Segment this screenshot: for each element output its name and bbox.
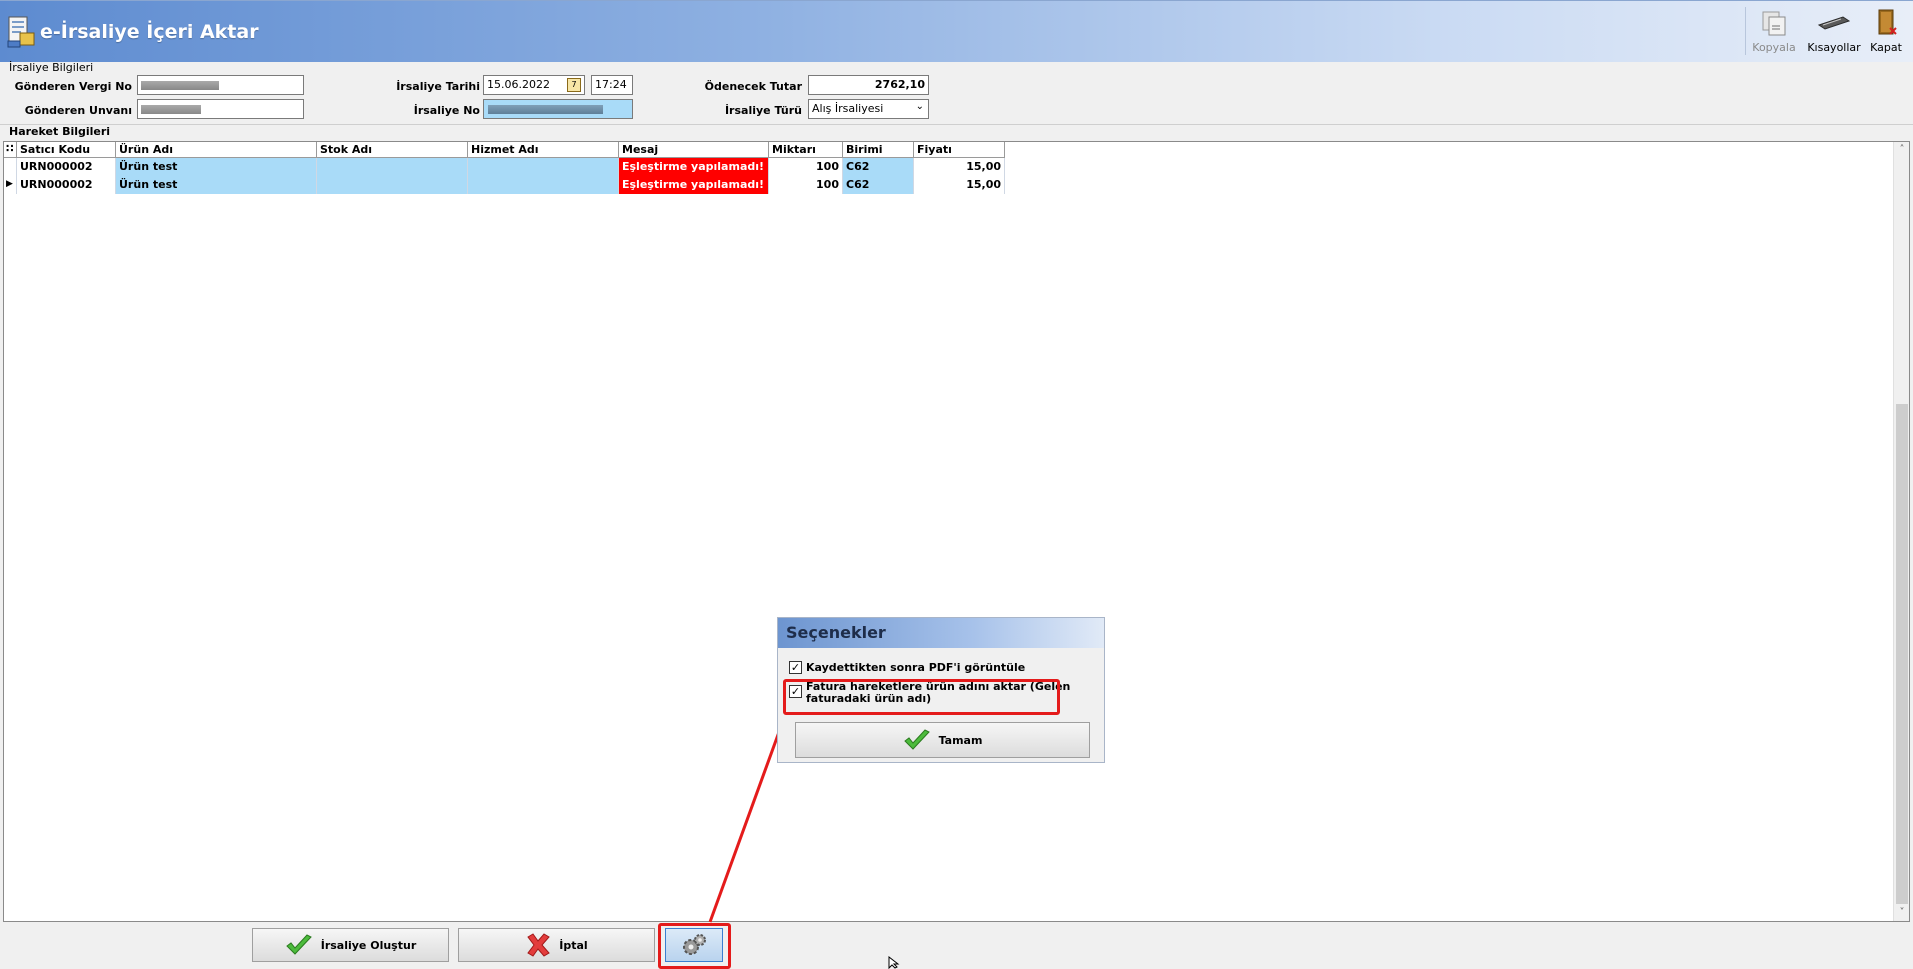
- sender-title-label: Gönderen Unvanı: [24, 104, 132, 117]
- irsaliye-date-field[interactable]: 15.06.2022 7: [483, 75, 585, 95]
- cancel-label: İptal: [559, 938, 588, 952]
- stock-name-cell[interactable]: [317, 176, 468, 194]
- keyboard-icon: [1817, 16, 1851, 30]
- redacted-value: [488, 105, 603, 114]
- create-irsaliye-button[interactable]: İrsaliye Oluştur: [252, 928, 449, 962]
- vertical-scrollbar[interactable]: ˄ ˅: [1893, 142, 1909, 921]
- movements-section-label: Hareket Bilgileri: [9, 125, 111, 138]
- copy-button-label: Kopyala: [1752, 41, 1796, 54]
- amount-due-label: Ödenecek Tutar: [704, 80, 802, 93]
- row-indicator-header: ∷: [4, 142, 17, 158]
- shortcuts-button-label: Kısayollar: [1807, 41, 1861, 54]
- column-header[interactable]: Hizmet Adı: [468, 142, 619, 158]
- sender-tax-no-field[interactable]: [137, 75, 304, 95]
- mouse-cursor-icon: [888, 956, 900, 969]
- service-name-cell[interactable]: [468, 176, 619, 194]
- irsaliye-type-label: İrsaliye Türü: [724, 104, 802, 117]
- window-title: e-İrsaliye İçeri Aktar: [40, 21, 259, 43]
- redacted-value: [141, 81, 219, 90]
- chevron-down-icon: ⌄: [915, 101, 924, 112]
- product-name-cell[interactable]: Ürün test: [116, 158, 317, 176]
- sender-title-field[interactable]: [137, 99, 304, 119]
- scroll-down-icon[interactable]: ˅: [1894, 905, 1910, 921]
- grid-header: ∷ Satıcı Kodu Ürün Adı Stok Adı Hizmet A…: [4, 142, 1005, 158]
- table-row[interactable]: URN000002 Ürün test Eşleştirme yapılamad…: [4, 158, 1005, 176]
- unit-cell[interactable]: C62: [843, 158, 914, 176]
- column-header[interactable]: Satıcı Kodu: [17, 142, 116, 158]
- column-header[interactable]: Stok Adı: [317, 142, 468, 158]
- section-divider: [0, 124, 1913, 125]
- copy-button[interactable]: Kopyala: [1750, 7, 1798, 57]
- service-name-cell[interactable]: [468, 158, 619, 176]
- irsaliye-date-value: 15.06.2022: [487, 78, 550, 91]
- amount-due-value: 2762,10: [874, 78, 925, 91]
- scrollbar-thumb[interactable]: [1896, 404, 1908, 904]
- ok-button-label: Tamam: [938, 733, 983, 747]
- ok-button[interactable]: Tamam: [795, 722, 1090, 758]
- stock-name-cell[interactable]: [317, 158, 468, 176]
- close-button-label: Kapat: [1870, 41, 1902, 54]
- amount-due-field[interactable]: 2762,10: [808, 75, 929, 95]
- shortcuts-button[interactable]: Kısayollar: [1806, 7, 1862, 57]
- sender-tax-no-label: Gönderen Vergi No: [14, 80, 132, 93]
- column-header[interactable]: Mesaj: [619, 142, 769, 158]
- scroll-up-icon[interactable]: ˄: [1894, 142, 1910, 158]
- vendor-code-cell[interactable]: URN000002: [17, 176, 116, 194]
- close-button[interactable]: Kapat: [1866, 7, 1906, 57]
- table-row[interactable]: ▶ URN000002 Ürün test Eşleştirme yapılam…: [4, 176, 1005, 194]
- redacted-value: [141, 105, 201, 114]
- irsaliye-date-label: İrsaliye Tarihi: [396, 80, 480, 93]
- unit-cell[interactable]: C62: [843, 176, 914, 194]
- column-header[interactable]: Miktarı: [769, 142, 843, 158]
- document-import-icon: [7, 16, 35, 48]
- message-cell[interactable]: Eşleştirme yapılamadı!: [619, 158, 769, 176]
- irsaliye-number-field[interactable]: [483, 99, 633, 119]
- irsaliye-time-field[interactable]: 17:24: [591, 75, 633, 95]
- current-row-indicator-icon: ▶: [4, 176, 17, 194]
- exit-door-icon: [1878, 9, 1897, 35]
- column-header[interactable]: Birimi: [843, 142, 914, 158]
- options-popup-title: Seçenekler: [778, 618, 1104, 648]
- irsaliye-time-value: 17:24: [595, 78, 627, 91]
- product-name-cell[interactable]: Ürün test: [116, 176, 317, 194]
- movements-grid[interactable]: ∷ Satıcı Kodu Ürün Adı Stok Adı Hizmet A…: [3, 141, 1910, 922]
- pdf-view-checkbox[interactable]: ✓: [789, 661, 802, 674]
- column-header[interactable]: Fiyatı: [914, 142, 1005, 158]
- checkmark-icon: [903, 729, 930, 750]
- irsaliye-type-select[interactable]: Alış İrsaliyesi ⌄: [808, 99, 929, 119]
- bottom-button-bar: İrsaliye Oluştur İptal: [0, 922, 1913, 969]
- column-header[interactable]: Ürün Adı: [116, 142, 317, 158]
- cancel-button[interactable]: İptal: [458, 928, 655, 962]
- irsaliye-type-value: Alış İrsaliyesi: [812, 102, 884, 115]
- price-cell[interactable]: 15,00: [914, 176, 1005, 194]
- row-indicator: [4, 158, 17, 176]
- checkmark-icon: [285, 934, 312, 955]
- toolbar-separator: [1745, 7, 1746, 55]
- quantity-cell[interactable]: 100: [769, 158, 843, 176]
- quantity-cell[interactable]: 100: [769, 176, 843, 194]
- price-cell[interactable]: 15,00: [914, 158, 1005, 176]
- calendar-icon[interactable]: 7: [567, 78, 581, 92]
- red-x-icon: [527, 933, 551, 957]
- irsaliye-number-label: İrsaliye No: [413, 104, 480, 117]
- copy-icon: [1762, 11, 1786, 36]
- irsaliye-info-section-label: İrsaliye Bilgileri: [9, 61, 94, 74]
- create-irsaliye-label: İrsaliye Oluştur: [320, 938, 417, 952]
- vendor-code-cell[interactable]: URN000002: [17, 158, 116, 176]
- message-cell[interactable]: Eşleştirme yapılamadı!: [619, 176, 769, 194]
- title-bar: e-İrsaliye İçeri Aktar Kopyala Kısayolla…: [0, 0, 1913, 62]
- option-highlight: [783, 679, 1060, 715]
- pdf-view-option-label: Kaydettikten sonra PDF'i görüntüle: [806, 661, 1026, 674]
